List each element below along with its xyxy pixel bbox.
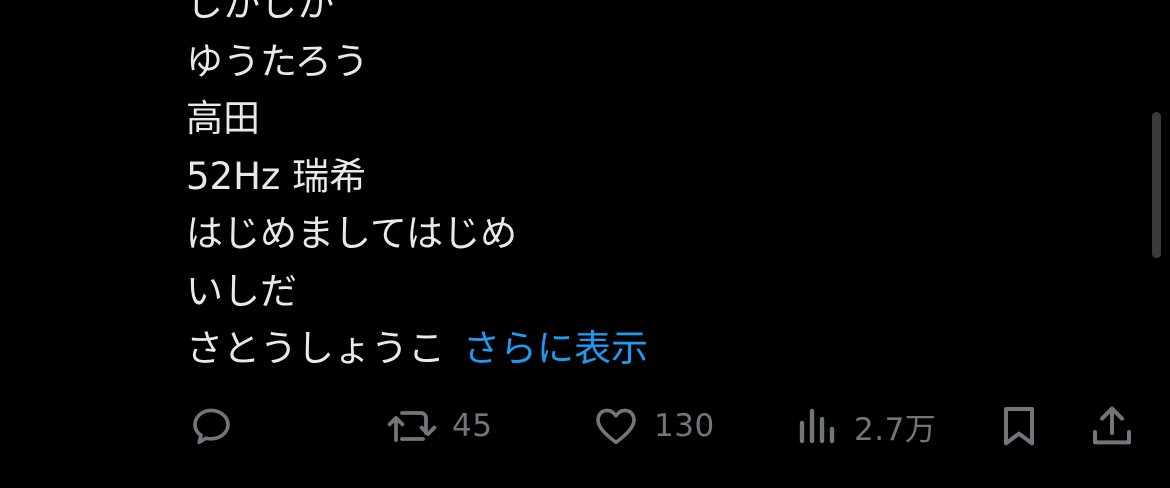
post-text: しかしか ゆうたろう 高田 52Hz 瑞希 はじめましてはじめ いしだ さとうし…	[186, 0, 1086, 378]
bookmark-icon	[996, 402, 1042, 450]
reply-button[interactable]	[188, 398, 236, 454]
repost-count: 45	[452, 408, 493, 444]
text-line: さとうしょうこ	[186, 327, 445, 370]
text-line: いしだ	[186, 269, 297, 313]
views-button[interactable]: 2.7万	[796, 398, 936, 454]
action-bar: 45 130 2.7万	[0, 398, 1170, 454]
reply-icon	[188, 402, 236, 450]
text-line: しかしか	[186, 0, 334, 25]
like-count: 130	[654, 408, 715, 444]
text-line: 高田	[186, 97, 260, 140]
text-line: 52Hz 瑞希	[186, 154, 367, 198]
repost-icon	[386, 402, 438, 450]
share-icon	[1088, 402, 1136, 450]
heart-icon	[592, 402, 640, 450]
views-icon	[796, 402, 840, 450]
text-line-last: さとうしょうこ さらに表示	[186, 320, 1086, 378]
show-more-link[interactable]: さらに表示	[463, 327, 648, 370]
share-button[interactable]	[1088, 398, 1136, 454]
like-button[interactable]: 130	[592, 398, 715, 454]
text-line: はじめましてはじめ	[186, 212, 518, 255]
repost-button[interactable]: 45	[386, 398, 492, 454]
text-line: ゆうたろう	[186, 39, 369, 83]
scrollbar[interactable]	[1152, 112, 1161, 258]
views-count: 2.7万	[854, 411, 937, 448]
bookmark-button[interactable]	[996, 398, 1042, 454]
